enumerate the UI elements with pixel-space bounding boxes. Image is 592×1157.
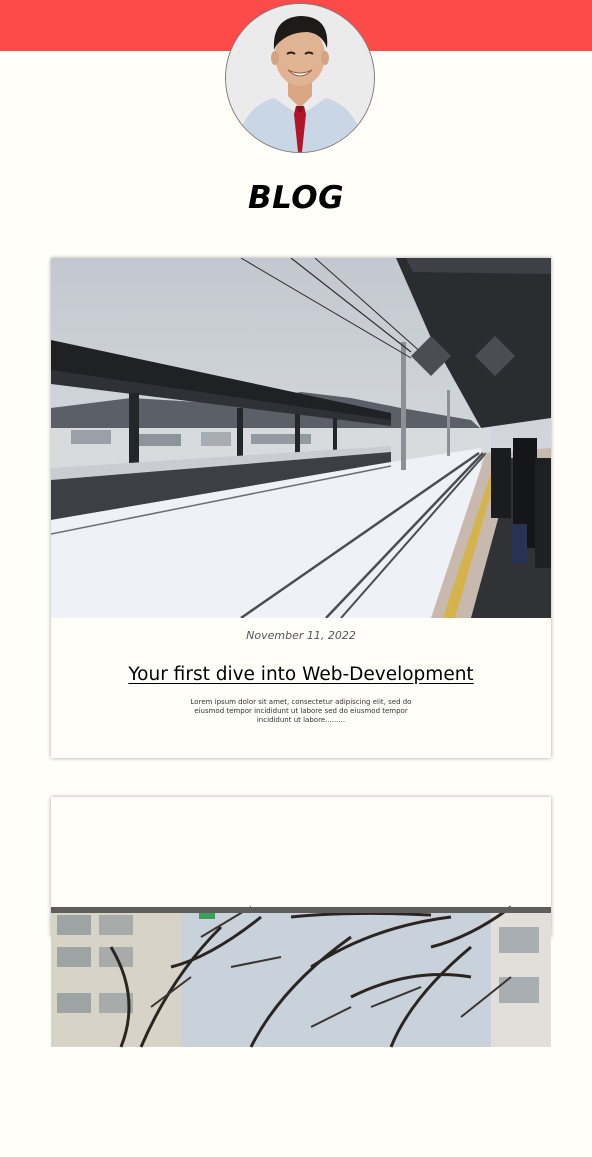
post-title-link[interactable]: Your first dive into Web-Development: [51, 664, 551, 685]
snowy-train-station-photo: [51, 258, 551, 618]
page-title: BLOG: [247, 180, 345, 216]
profile-photo: [226, 4, 374, 152]
post-excerpt: Lorem ipsum dolor sit amet, consectetur …: [190, 698, 412, 724]
cherry-trees-street-photo: [51, 905, 551, 1048]
avatar: [225, 3, 375, 153]
blog-post-card[interactable]: [51, 797, 551, 1048]
post-date: November 11, 2022: [246, 629, 356, 642]
blog-post-card[interactable]: November 11, 2022 Your first dive into W…: [51, 258, 551, 758]
